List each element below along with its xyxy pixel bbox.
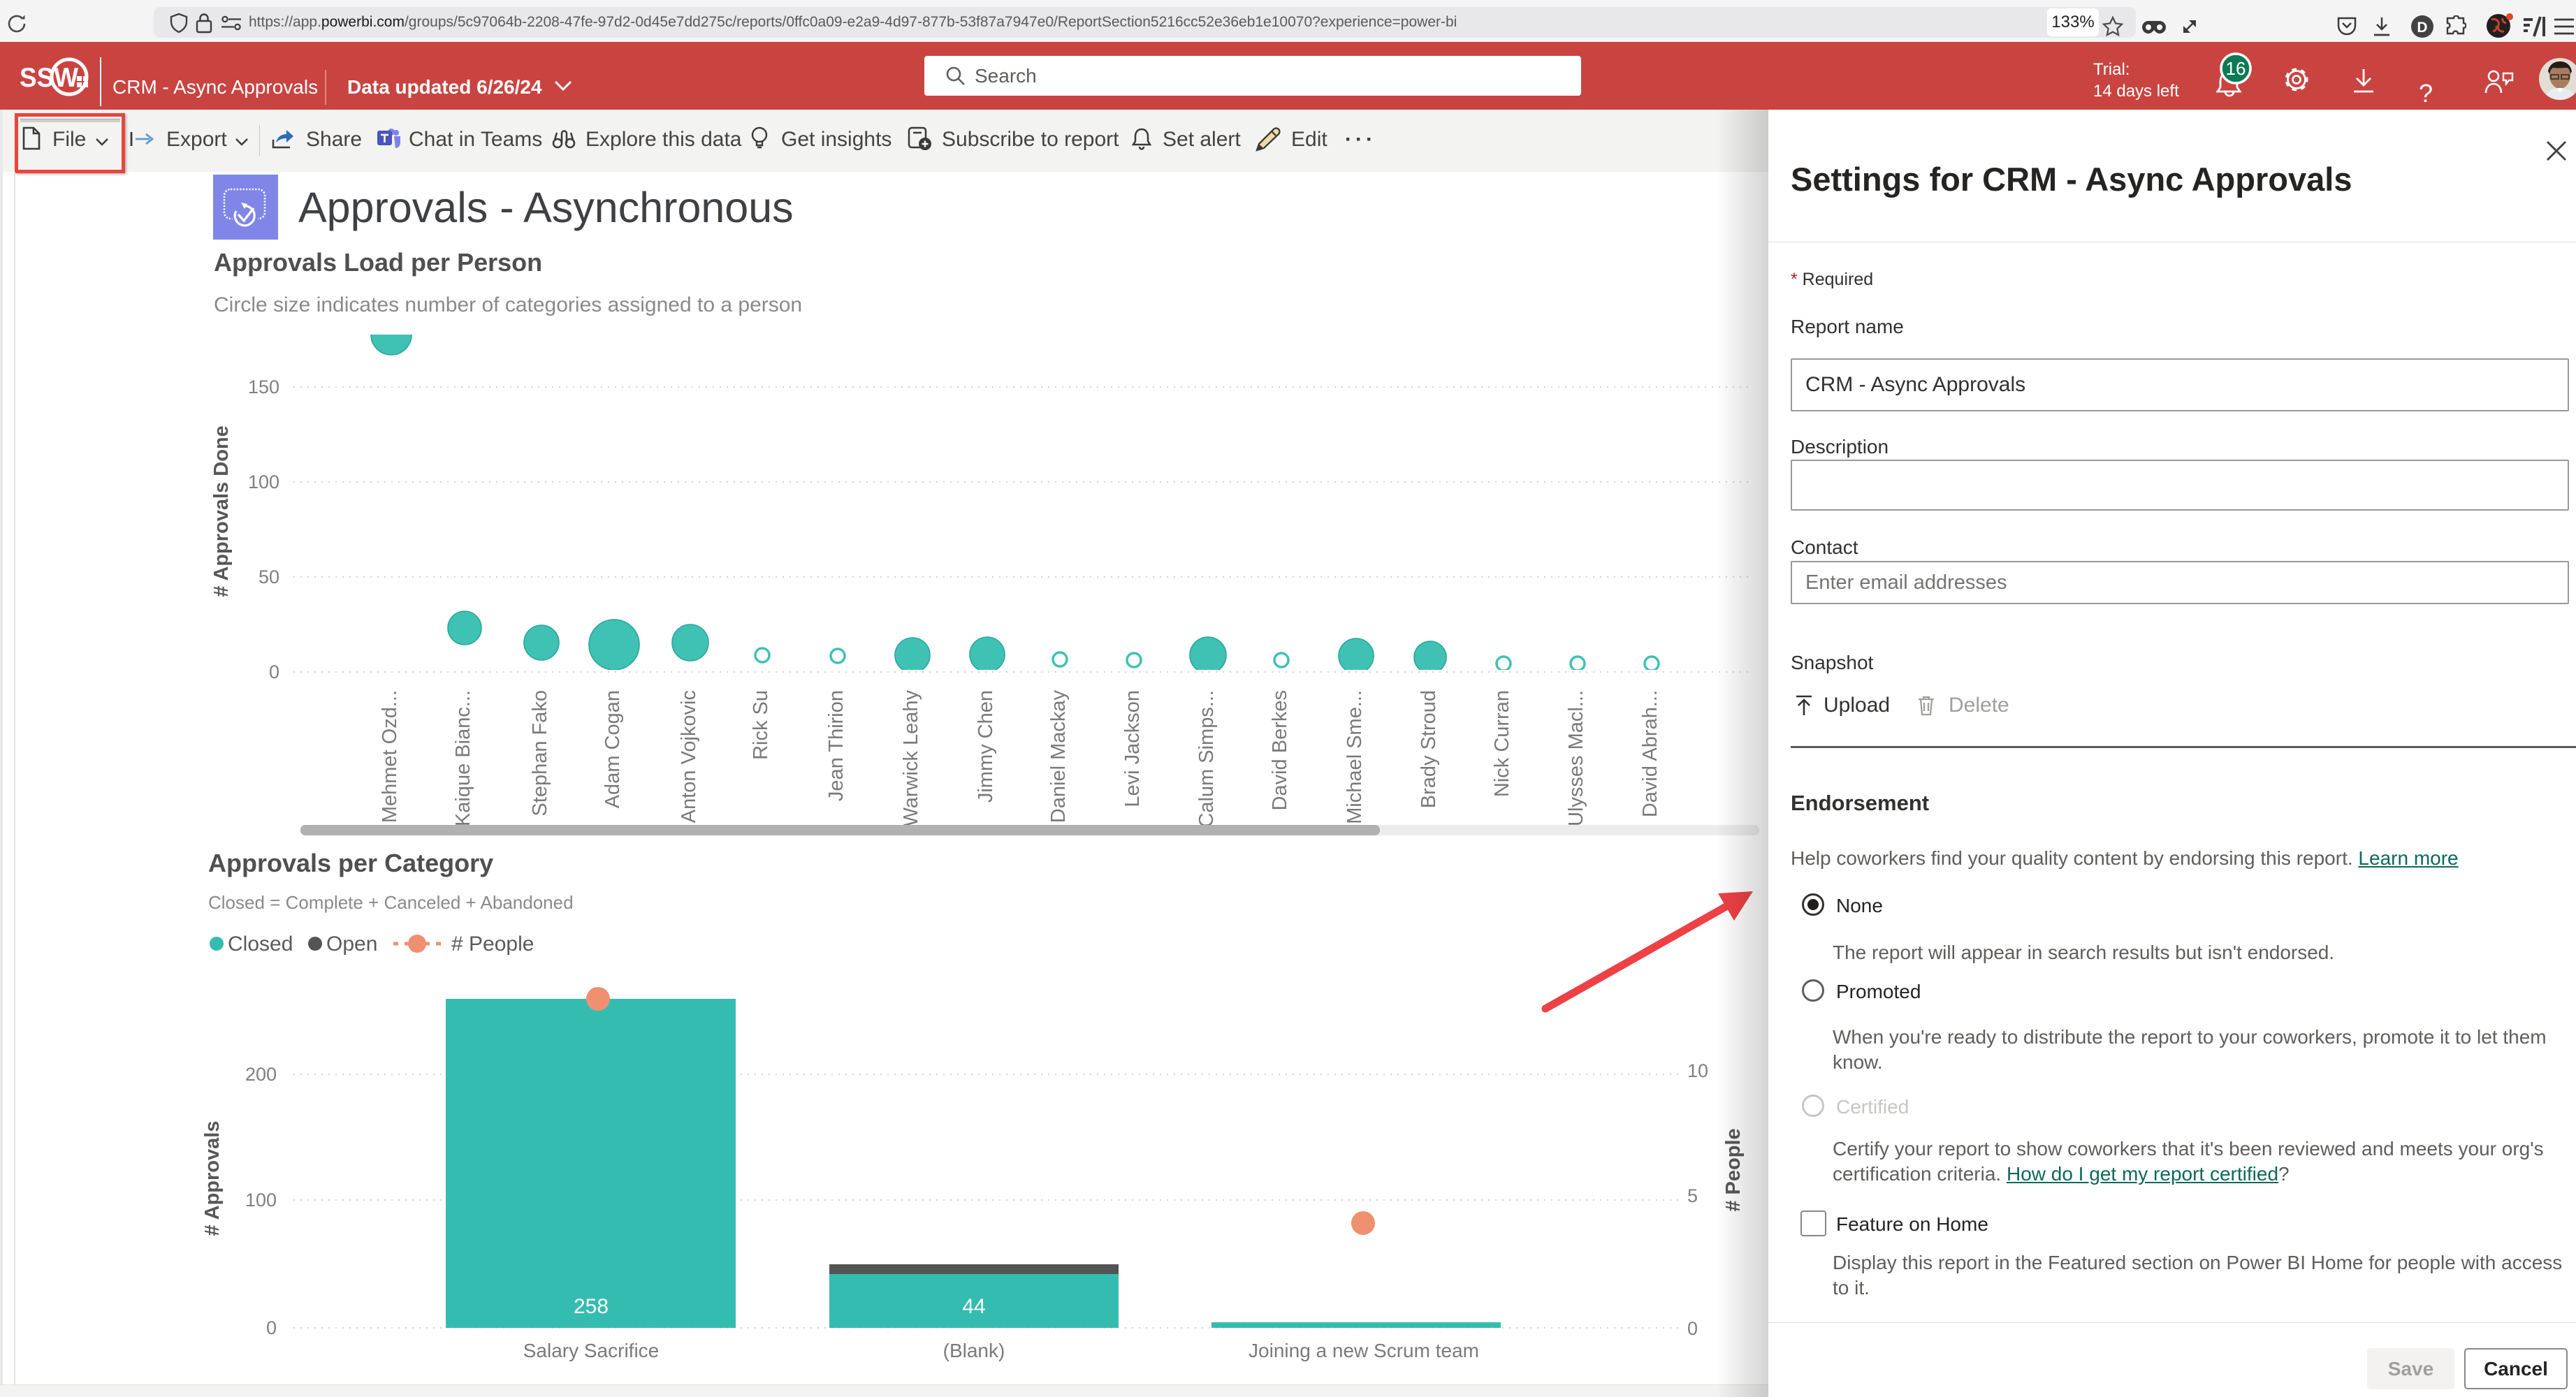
svg-text:D: D bbox=[2417, 20, 2427, 36]
svg-text:Jimmy Chen: Jimmy Chen bbox=[975, 690, 997, 803]
svg-text:100: 100 bbox=[245, 1190, 277, 1211]
svg-text:# Approvals: # Approvals bbox=[201, 1121, 224, 1236]
svg-text:Michael Sme...: Michael Sme... bbox=[1344, 690, 1366, 824]
svg-text:Rick Su: Rick Su bbox=[750, 690, 772, 760]
svg-text:Stephan Fako: Stephan Fako bbox=[529, 690, 551, 817]
svg-text:200: 200 bbox=[245, 1064, 277, 1085]
svg-text:Levi Jackson: Levi Jackson bbox=[1121, 690, 1144, 807]
svg-text:0: 0 bbox=[269, 661, 279, 682]
svg-text:# Approvals Done: # Approvals Done bbox=[210, 425, 233, 597]
svg-text:Calum Simps...: Calum Simps... bbox=[1195, 690, 1218, 828]
svg-text:David Berkes: David Berkes bbox=[1269, 690, 1291, 810]
svg-text:16: 16 bbox=[2226, 58, 2246, 79]
svg-text:5: 5 bbox=[1687, 1185, 1698, 1206]
svg-text:44: 44 bbox=[962, 1295, 985, 1318]
svg-text:Circle size indicates number o: Circle size indicates number of categori… bbox=[214, 293, 802, 316]
svg-text:150: 150 bbox=[248, 376, 279, 397]
svg-text:0: 0 bbox=[1687, 1318, 1698, 1339]
svg-text:0: 0 bbox=[266, 1317, 277, 1338]
svg-text:258: 258 bbox=[574, 1295, 609, 1318]
svg-text:SSW: SSW bbox=[20, 63, 78, 93]
svg-text:David Abrah...: David Abrah... bbox=[1639, 690, 1661, 817]
svg-text:Salary Sacrifice: Salary Sacrifice bbox=[523, 1340, 660, 1361]
svg-text:Approvals Load per Person: Approvals Load per Person bbox=[214, 248, 542, 277]
svg-text:# People: # People bbox=[451, 932, 534, 956]
svg-text:Closed: Closed bbox=[228, 932, 293, 956]
svg-text:10: 10 bbox=[1687, 1060, 1708, 1081]
svg-text:Jean Thirion: Jean Thirion bbox=[825, 690, 847, 801]
svg-text:(Blank): (Blank) bbox=[943, 1340, 1005, 1361]
svg-text:Nick Curran: Nick Curran bbox=[1491, 690, 1513, 797]
svg-text:Adam Cogan: Adam Cogan bbox=[602, 690, 624, 808]
svg-text:100: 100 bbox=[248, 471, 279, 492]
svg-text:Kaique Bianc...: Kaique Bianc... bbox=[452, 690, 474, 826]
svg-text:Open: Open bbox=[326, 932, 377, 956]
svg-text:Ulysses Macl...: Ulysses Macl... bbox=[1565, 690, 1587, 826]
svg-text:50: 50 bbox=[259, 566, 279, 587]
svg-text:Mehmet Ozd...: Mehmet Ozd... bbox=[379, 690, 401, 823]
svg-text:Brady Stroud: Brady Stroud bbox=[1418, 690, 1440, 808]
svg-text:Daniel Mackay: Daniel Mackay bbox=[1047, 690, 1070, 824]
svg-text:Warwick Leahy: Warwick Leahy bbox=[900, 690, 922, 827]
svg-text:Approvals per Category: Approvals per Category bbox=[208, 849, 493, 877]
svg-text:Joining a new Scrum team: Joining a new Scrum team bbox=[1249, 1340, 1479, 1361]
svg-text:Closed = Complete + Canceled +: Closed = Complete + Canceled + Abandoned bbox=[208, 892, 574, 913]
svg-text:Anton Vojkovic: Anton Vojkovic bbox=[678, 690, 700, 823]
